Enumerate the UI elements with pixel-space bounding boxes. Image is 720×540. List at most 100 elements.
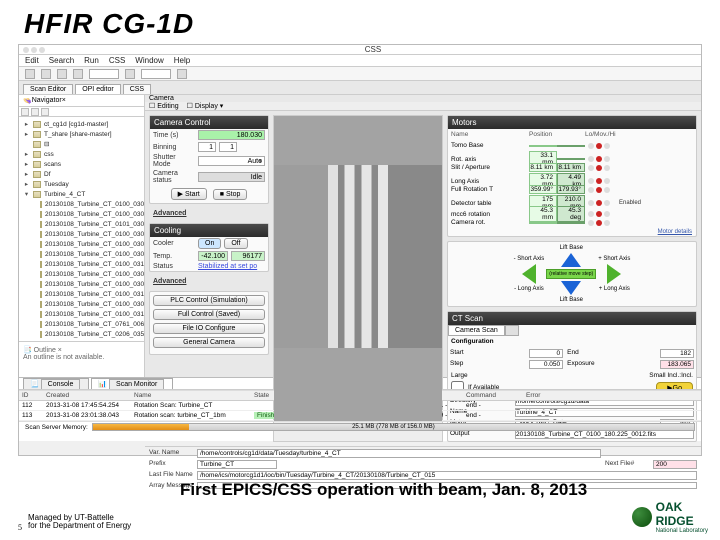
tree-item[interactable]: 20130108_Turbine_CT_0100_030.275_0010.fi…	[23, 279, 142, 289]
toolbar-percent[interactable]	[141, 69, 171, 79]
fileio-button[interactable]: File IO Configure	[153, 323, 265, 334]
toolbar-icon[interactable]	[73, 69, 83, 79]
tree-item[interactable]: 20130108_Turbine_CT_0761_006.425_0012.fi…	[23, 319, 142, 329]
tree-item[interactable]: 20130108_Turbine_CT_0100_030.750_0008.fi…	[23, 239, 142, 249]
stop-button[interactable]: ■ Stop	[213, 189, 248, 200]
motor-row: Tomo Base	[448, 140, 696, 151]
scan-end[interactable]: 182	[660, 349, 694, 358]
tree-item[interactable]: 20130108_Turbine_CT_0100_030.000_0004.fi…	[23, 249, 142, 259]
tab-other-scan[interactable]	[505, 325, 519, 336]
menu-edit[interactable]: Edit	[25, 56, 39, 65]
tree-item[interactable]: 20130108_Turbine_CT_0100_031.500_0011.fi…	[23, 309, 142, 319]
tab-console[interactable]: 📃 Console	[23, 378, 89, 389]
tree-item[interactable]: 20130108_Turbine_CT_0100_031.000_0009.fi…	[23, 259, 142, 269]
scan-exposure[interactable]: 183.065	[660, 360, 694, 369]
scan-start[interactable]: 0	[529, 349, 563, 358]
tree-item[interactable]: 20130108_Turbine_CT_0100_030.250_0009.fi…	[23, 269, 142, 279]
advanced-toggle[interactable]: Advanced	[149, 208, 269, 219]
short-axis-plus[interactable]	[607, 264, 621, 284]
menu-help[interactable]: Help	[174, 56, 190, 65]
menu-window[interactable]: Window	[135, 56, 163, 65]
mem-label: Scan Server Memory:	[25, 424, 88, 431]
tree-item[interactable]: 20130108_Turbine_CT_0100_030.000_0003.fi…	[23, 199, 142, 209]
menu-search[interactable]: Search	[49, 56, 74, 65]
menu-css[interactable]: CSS	[109, 56, 125, 65]
zoom-icon[interactable]	[39, 47, 45, 53]
tree-item[interactable]: ▸scans	[23, 159, 142, 169]
tab-scan-monitor[interactable]: 📊 Scan Monitor	[91, 378, 173, 389]
tree-item[interactable]: 20130108_Turbine_CT_0206_035.600_0014.fi…	[23, 329, 142, 339]
ornl-logo: OAKRIDGENational Laboratory	[632, 500, 708, 534]
toolbar-icon[interactable]	[57, 69, 67, 79]
nav-menu-icon[interactable]	[41, 108, 49, 116]
motor-row: Slit / Aperture8.11 km8.11 km	[448, 162, 696, 173]
tree-item[interactable]: ▾Turbine_4_CT	[23, 189, 142, 199]
tree-item[interactable]: ▸T_share [share-master]	[23, 129, 142, 139]
toolbar-icon[interactable]	[125, 69, 135, 79]
tree-item[interactable]: ⊟	[23, 139, 142, 149]
outline-empty-message: An outline is not available.	[23, 354, 140, 361]
plc-control-button[interactable]: PLC Control (Simulation)	[153, 295, 265, 306]
motor-row: mcc6 rotation45.3 mm45.3 deg	[448, 206, 696, 217]
detector-image-bitmap	[274, 116, 442, 421]
toolbar-icon[interactable]	[41, 69, 51, 79]
var-name-field[interactable]: /home/controls/cg1d/data/Tuesday/turbine…	[197, 449, 601, 458]
tab-scan-editor[interactable]: Scan Editor	[23, 84, 73, 94]
general-camera-button[interactable]: General Camera	[153, 337, 265, 348]
titlebar: CSS	[19, 45, 701, 55]
memory-bar: 25.1 MB (778 MB of 156.0 MB)	[92, 423, 695, 431]
jog-arrows: - Short Axis- Long Axis Lift Base (relat…	[447, 241, 697, 307]
tab-css[interactable]: CSS	[123, 84, 151, 94]
lift-up[interactable]	[561, 253, 581, 267]
short-axis-minus[interactable]	[522, 264, 536, 284]
navigator-title: 👒 Navigator ×	[19, 95, 144, 107]
motor-row: Detector table175 mm210.0 mmEnabled	[448, 195, 696, 206]
bin-y-field[interactable]: 1	[219, 142, 237, 152]
cooler-on-button[interactable]: On	[198, 238, 221, 249]
tree-item[interactable]: ▸Df	[23, 169, 142, 179]
shutter-mode-combo[interactable]: Auto	[198, 156, 265, 166]
editor-area: Camera ☐ Editing ☐ Display ▾ Camera Cont…	[145, 95, 701, 377]
exposure-time-field[interactable]: 180.030	[198, 130, 265, 140]
tree-item[interactable]: 20130108_Turbine_CT_0100_030.500_0007.fi…	[23, 229, 142, 239]
bin-x-field[interactable]: 1	[198, 142, 216, 152]
toolbar-icon[interactable]	[25, 69, 35, 79]
tree-item[interactable]: ▸css	[23, 149, 142, 159]
tree-item[interactable]: 20130108_Turbine_CT_0100_031.250_0010.fi…	[23, 289, 142, 299]
outline-view: 📑 Outline × An outline is not available.	[19, 341, 144, 377]
slide-caption: First EPICS/CSS operation with beam, Jan…	[180, 480, 587, 500]
menu-run[interactable]: Run	[84, 56, 99, 65]
motor-details-link[interactable]: Motor details	[448, 228, 696, 236]
toolbar-field[interactable]	[89, 69, 119, 79]
managed-by: Managed by UT-Battellefor the Department…	[28, 514, 131, 530]
start-button[interactable]: ▶ Start	[171, 188, 207, 200]
tab-camera[interactable]: Camera	[149, 95, 174, 102]
close-icon[interactable]	[23, 47, 29, 53]
tree-item[interactable]: ▸ct_cg1d [cg1d-master]	[23, 119, 142, 129]
full-control-button[interactable]: Full Control (Saved)	[153, 309, 265, 320]
tree-item[interactable]: 20130108_Turbine_CT_0101_030.250_0007.fi…	[23, 219, 142, 229]
advanced-toggle-2[interactable]: Advanced	[149, 276, 269, 287]
tab-camera-scan[interactable]: Camera Scan	[448, 325, 505, 336]
minimize-icon[interactable]	[31, 47, 37, 53]
detector-image	[273, 115, 443, 442]
nav-link-icon[interactable]	[31, 108, 39, 116]
window-title: CSS	[365, 45, 381, 54]
tab-opi-editor[interactable]: OPI editor	[75, 84, 121, 94]
toolbar	[19, 67, 701, 81]
motor-row: Long Axis3.72 mm4.49 km	[448, 173, 696, 184]
tree-item[interactable]: ▸Tuesday	[23, 179, 142, 189]
cooling-status: Stabilized at set po	[198, 263, 257, 270]
navigator-tree[interactable]: ▸ct_cg1d [cg1d-master]▸T_share [share-ma…	[19, 117, 144, 341]
mode-display[interactable]: ☐ Display ▾	[187, 102, 224, 110]
navigator-toolbar	[19, 107, 144, 117]
nav-collapse-icon[interactable]	[21, 108, 29, 116]
toolbar-icon[interactable]	[177, 69, 187, 79]
mode-editing[interactable]: ☐ Editing	[149, 102, 179, 110]
tree-item[interactable]: 20130108_Turbine_CT_0100_030.250_0011.fi…	[23, 299, 142, 309]
tree-item[interactable]: 20130108_Turbine_CT_0100_030.050_0003.fi…	[23, 209, 142, 219]
scan-step[interactable]: 0.050	[529, 360, 563, 369]
lift-down[interactable]	[561, 281, 581, 295]
temp-readback: -42.100	[198, 251, 228, 261]
cooler-off-button[interactable]: Off	[224, 238, 247, 249]
